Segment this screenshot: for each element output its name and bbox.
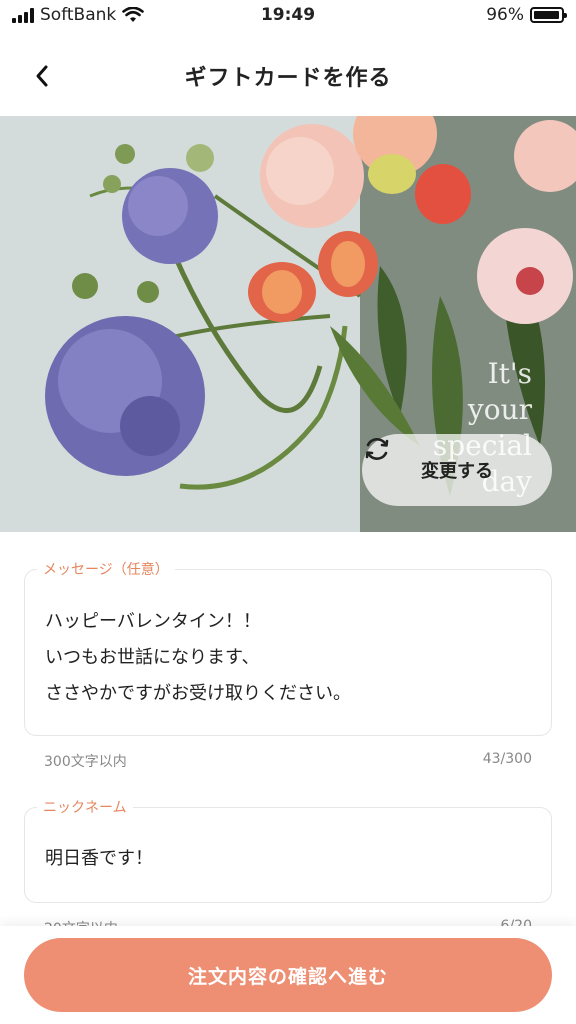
refresh-icon bbox=[365, 438, 389, 460]
status-bar: SoftBank 19:49 96% bbox=[0, 0, 576, 32]
card-script-line: your bbox=[467, 393, 532, 426]
change-card-label: 変更する bbox=[421, 461, 493, 482]
change-card-button[interactable]: 変更する bbox=[362, 434, 552, 506]
confirm-order-button[interactable]: 注文内容の確認へ進む bbox=[24, 938, 552, 1012]
confirm-order-label: 注文内容の確認へ進む bbox=[187, 965, 388, 988]
message-hint-row: 300文字以内 43/300 bbox=[44, 751, 532, 771]
message-line: ささやかですがお受け取りください。 bbox=[45, 683, 351, 704]
bottom-bar: 注文内容の確認へ進む bbox=[0, 926, 576, 1024]
message-line: ハッピーバレンタイン！！ bbox=[45, 611, 261, 632]
message-limit-hint: 300文字以内 bbox=[44, 754, 127, 770]
page-title: ギフトカードを作る bbox=[184, 66, 392, 91]
message-line: いつもお世話になります、 bbox=[45, 647, 260, 668]
gift-card-image: It's your special day 変更する bbox=[0, 116, 576, 532]
status-right: 96% bbox=[486, 5, 567, 25]
message-legend: メッセージ（任意） bbox=[37, 559, 175, 579]
nickname-value: 明日香です！ bbox=[45, 848, 153, 869]
battery-percent: 96% bbox=[486, 5, 524, 25]
message-char-count: 43/300 bbox=[482, 751, 532, 767]
message-text: ハッピーバレンタイン！！ いつもお世話になります、 ささやかですがお受け取りくだ… bbox=[45, 604, 531, 712]
battery-fill bbox=[534, 11, 559, 19]
nickname-field[interactable]: ニックネーム 明日香です！ bbox=[24, 797, 552, 903]
card-script-line: It's bbox=[487, 357, 532, 390]
battery-icon bbox=[530, 7, 567, 23]
nickname-legend: ニックネーム bbox=[37, 797, 133, 817]
header: ギフトカードを作る bbox=[0, 40, 576, 110]
message-field[interactable]: メッセージ（任意） ハッピーバレンタイン！！ いつもお世話になります、 ささやか… bbox=[24, 559, 552, 736]
